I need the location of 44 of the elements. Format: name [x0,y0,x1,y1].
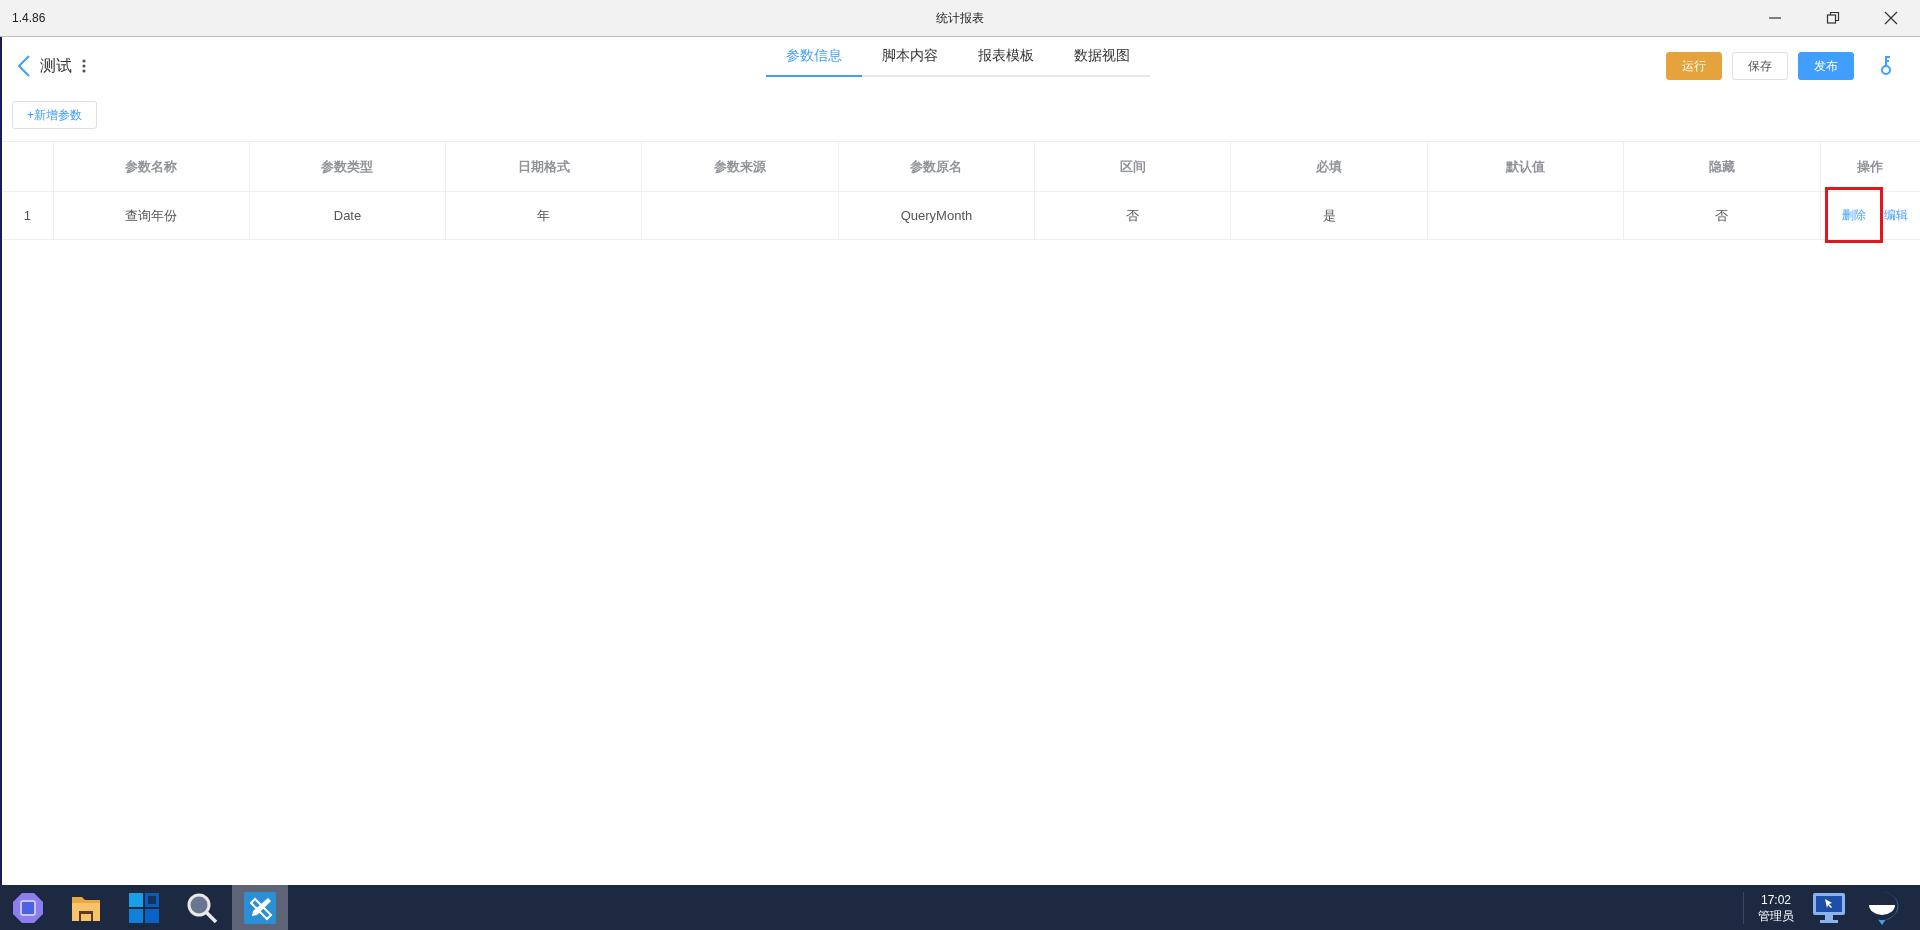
page-title: 测试 [40,55,72,76]
restore-icon[interactable] [1826,11,1840,25]
column-header: 参数名称 [125,158,178,174]
action-button[interactable]: 发布 [1798,52,1854,80]
table-cell: 查询年份 [125,207,178,223]
column-header: 日期格式 [517,158,570,174]
octagon-icon [12,891,44,924]
tab[interactable]: 数据视图 [1054,47,1150,77]
window-title: 统计报表 [936,9,984,27]
column-header: 参数来源 [714,158,767,174]
pencil-ruler-icon [244,891,276,924]
search-icon [186,891,218,924]
close-icon[interactable] [1884,11,1898,25]
action-button[interactable]: 运行 [1666,52,1722,80]
tab[interactable]: 脚本内容 [862,47,958,77]
taskbar-app[interactable] [232,885,288,930]
user-name: 管理员 [1758,907,1794,924]
table-cell: 年 [537,207,551,223]
table-cell: Date [333,208,362,223]
row-action-link[interactable]: 编辑 [1880,206,1913,224]
table-cell: 1 [23,208,31,223]
column-header: 操作 [1857,158,1884,174]
table-cell: 是 [1322,207,1336,223]
tab[interactable]: 参数信息 [766,47,862,77]
tab[interactable]: 报表模板 [958,47,1054,77]
key-icon[interactable] [1880,56,1892,76]
monitor-icon[interactable] [1812,890,1846,925]
column-header: 必填 [1316,158,1343,174]
back-icon[interactable] [18,55,30,77]
table-cell: 否 [1715,207,1729,223]
table-cell: 否 [1126,207,1140,223]
action-button[interactable]: 保存 [1732,52,1788,80]
more-icon[interactable] [82,59,86,73]
app-version: 1.4.86 [12,11,46,25]
column-header: 区间 [1119,158,1146,174]
column-header: 隐藏 [1708,158,1735,174]
clock-time: 17:02 [1761,891,1791,908]
column-header: 默认值 [1505,158,1545,174]
tiles-icon [128,891,160,924]
row-action-link[interactable]: 删除 [1828,190,1881,240]
add-parameter-button[interactable]: +新增参数 [12,101,97,129]
column-header: 参数原名 [910,158,963,174]
column-header: 参数类型 [321,158,374,174]
table-cell: QueryMonth [900,208,973,223]
